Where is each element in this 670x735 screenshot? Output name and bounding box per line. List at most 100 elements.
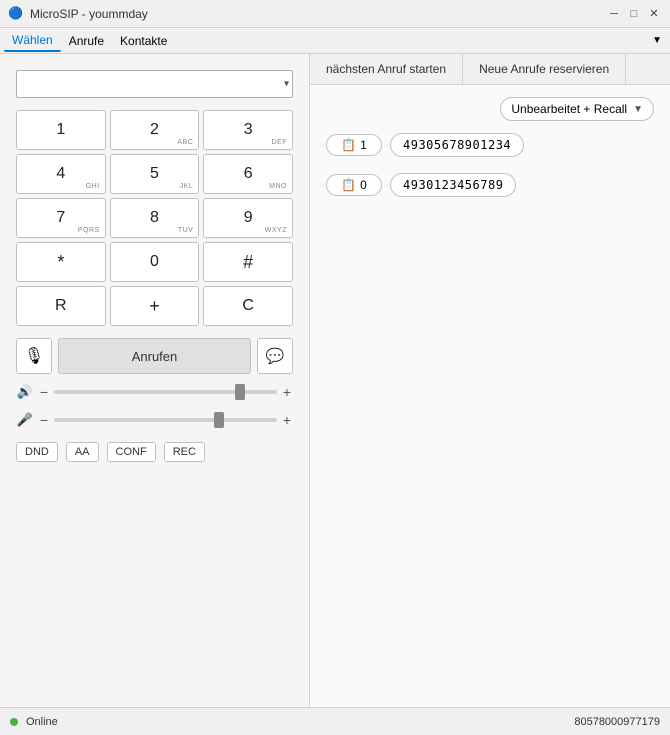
key-star-main: * (57, 252, 64, 273)
call-count-badge-1: 📋 1 (326, 134, 382, 156)
key-c[interactable]: C (203, 286, 293, 326)
key-2-main: 2 (150, 121, 159, 139)
mic-volume-increase[interactable]: + (281, 412, 293, 428)
call-controls: 🎙 Anrufen 💬 (16, 338, 293, 374)
status-dropdown-row: Unbearbeitet + Recall ▼ (326, 97, 654, 121)
aa-button[interactable]: AA (66, 442, 99, 462)
key-3[interactable]: 3 DEF (203, 110, 293, 150)
key-0[interactable]: 0 (110, 242, 200, 282)
restore-button[interactable]: □ (626, 6, 642, 22)
mute-button[interactable]: 🎙 (16, 338, 52, 374)
key-8-sub: TUV (178, 227, 194, 234)
key-5-main: 5 (150, 165, 159, 183)
key-7[interactable]: 7 PQRS (16, 198, 106, 238)
tabs-bar: nächsten Anruf starten Neue Anrufe reser… (310, 54, 670, 85)
key-8[interactable]: 8 TUV (110, 198, 200, 238)
title-bar-controls: ─ □ ✕ (606, 6, 662, 22)
phone-number-2[interactable]: 4930123456789 (390, 173, 516, 197)
conf-button[interactable]: CONF (107, 442, 156, 462)
clipboard-icon-2: 📋 (341, 178, 356, 192)
key-c-main: C (242, 297, 254, 315)
status-label: Online (26, 716, 58, 728)
key-5-sub: JKL (180, 183, 194, 190)
mic-icon: 🎙 (24, 346, 44, 366)
mic-volume-row: 🎤 − + (16, 410, 293, 430)
menu-item-wahlen[interactable]: Wählen (4, 30, 61, 52)
menu-item-kontakte[interactable]: Kontakte (112, 31, 175, 51)
key-1-main: 1 (56, 121, 65, 139)
status-bar: Online 80578000977179 (0, 707, 670, 735)
title-bar-left: 🔵 MicroSIP - yoummday (8, 6, 148, 22)
mic-volume-slider[interactable] (54, 418, 277, 422)
right-content: Unbearbeitet + Recall ▼ 📋 1 493056789012… (310, 85, 670, 213)
microphone-icon: 🎤 (16, 412, 34, 428)
key-9[interactable]: 9 WXYZ (203, 198, 293, 238)
feature-buttons: DND AA CONF REC (16, 442, 293, 462)
key-r[interactable]: R (16, 286, 106, 326)
key-hash[interactable]: # (203, 242, 293, 282)
close-button[interactable]: ✕ (646, 6, 662, 22)
key-hash-main: # (243, 252, 253, 273)
app-icon: 🔵 (8, 6, 24, 22)
key-6[interactable]: 6 MNO (203, 154, 293, 194)
key-9-main: 9 (244, 209, 253, 227)
key-plus[interactable]: + (110, 286, 200, 326)
status-dropdown-arrow-icon: ▼ (633, 104, 643, 115)
key-star[interactable]: * (16, 242, 106, 282)
dialer-panel: ▾ 1 2 ABC 3 DEF 4 GHI 5 JKL (0, 54, 310, 707)
speaker-volume-decrease[interactable]: − (38, 384, 50, 400)
key-plus-main: + (149, 296, 160, 317)
mic-volume-decrease[interactable]: − (38, 412, 50, 428)
key-2[interactable]: 2 ABC (110, 110, 200, 150)
number-input-container: ▾ (16, 70, 293, 98)
key-8-main: 8 (150, 209, 159, 227)
call-count-2: 0 (360, 178, 367, 192)
dnd-button[interactable]: DND (16, 442, 58, 462)
key-1[interactable]: 1 (16, 110, 106, 150)
rec-button[interactable]: REC (164, 442, 205, 462)
tab-reserve-calls[interactable]: Neue Anrufe reservieren (463, 54, 626, 84)
keypad: 1 2 ABC 3 DEF 4 GHI 5 JKL 6 MNO (16, 110, 293, 326)
clipboard-icon-1: 📋 (341, 138, 356, 152)
status-dropdown[interactable]: Unbearbeitet + Recall ▼ (500, 97, 654, 121)
call-count-badge-2: 📋 0 (326, 174, 382, 196)
right-panel: nächsten Anruf starten Neue Anrufe reser… (310, 54, 670, 707)
menu-item-anrufe[interactable]: Anrufe (61, 31, 112, 51)
call-count-1: 1 (360, 138, 367, 152)
chat-button[interactable]: 💬 (257, 338, 293, 374)
key-9-sub: WXYZ (265, 227, 287, 234)
status-indicator (10, 718, 18, 726)
speaker-volume-row: 🔊 − + (16, 382, 293, 402)
number-input[interactable] (16, 70, 293, 98)
key-5[interactable]: 5 JKL (110, 154, 200, 194)
key-3-main: 3 (244, 121, 253, 139)
key-2-sub: ABC (177, 139, 193, 146)
key-6-sub: MNO (269, 183, 287, 190)
key-3-sub: DEF (271, 139, 287, 146)
speaker-icon: 🔊 (16, 384, 34, 400)
key-7-sub: PQRS (78, 227, 100, 234)
menu-bar: Wählen Anrufe Kontakte ▼ (0, 28, 670, 54)
speaker-volume-increase[interactable]: + (281, 384, 293, 400)
number-input-dropdown-icon[interactable]: ▾ (284, 79, 289, 90)
title-bar: 🔵 MicroSIP - yoummday ─ □ ✕ (0, 0, 670, 28)
call-button[interactable]: Anrufen (58, 338, 251, 374)
key-4[interactable]: 4 GHI (16, 154, 106, 194)
status-phone-number: 80578000977179 (574, 716, 660, 728)
status-dropdown-label: Unbearbeitet + Recall (511, 102, 627, 116)
key-7-main: 7 (56, 209, 65, 227)
tab-next-call[interactable]: nächsten Anruf starten (310, 54, 463, 84)
main-content: ▾ 1 2 ABC 3 DEF 4 GHI 5 JKL (0, 54, 670, 707)
key-0-main: 0 (150, 253, 159, 271)
phone-number-1[interactable]: 49305678901234 (390, 133, 524, 157)
speaker-volume-slider[interactable] (54, 390, 277, 394)
chat-icon: 💬 (266, 347, 285, 365)
key-6-main: 6 (244, 165, 253, 183)
minimize-button[interactable]: ─ (606, 6, 622, 22)
app-title: MicroSIP - yoummday (30, 7, 148, 21)
menu-dropdown-button[interactable]: ▼ (648, 33, 666, 48)
key-4-sub: GHI (86, 183, 100, 190)
key-4-main: 4 (56, 165, 65, 183)
key-r-main: R (55, 297, 67, 315)
call-entry-1: 📋 1 49305678901234 (326, 129, 654, 161)
